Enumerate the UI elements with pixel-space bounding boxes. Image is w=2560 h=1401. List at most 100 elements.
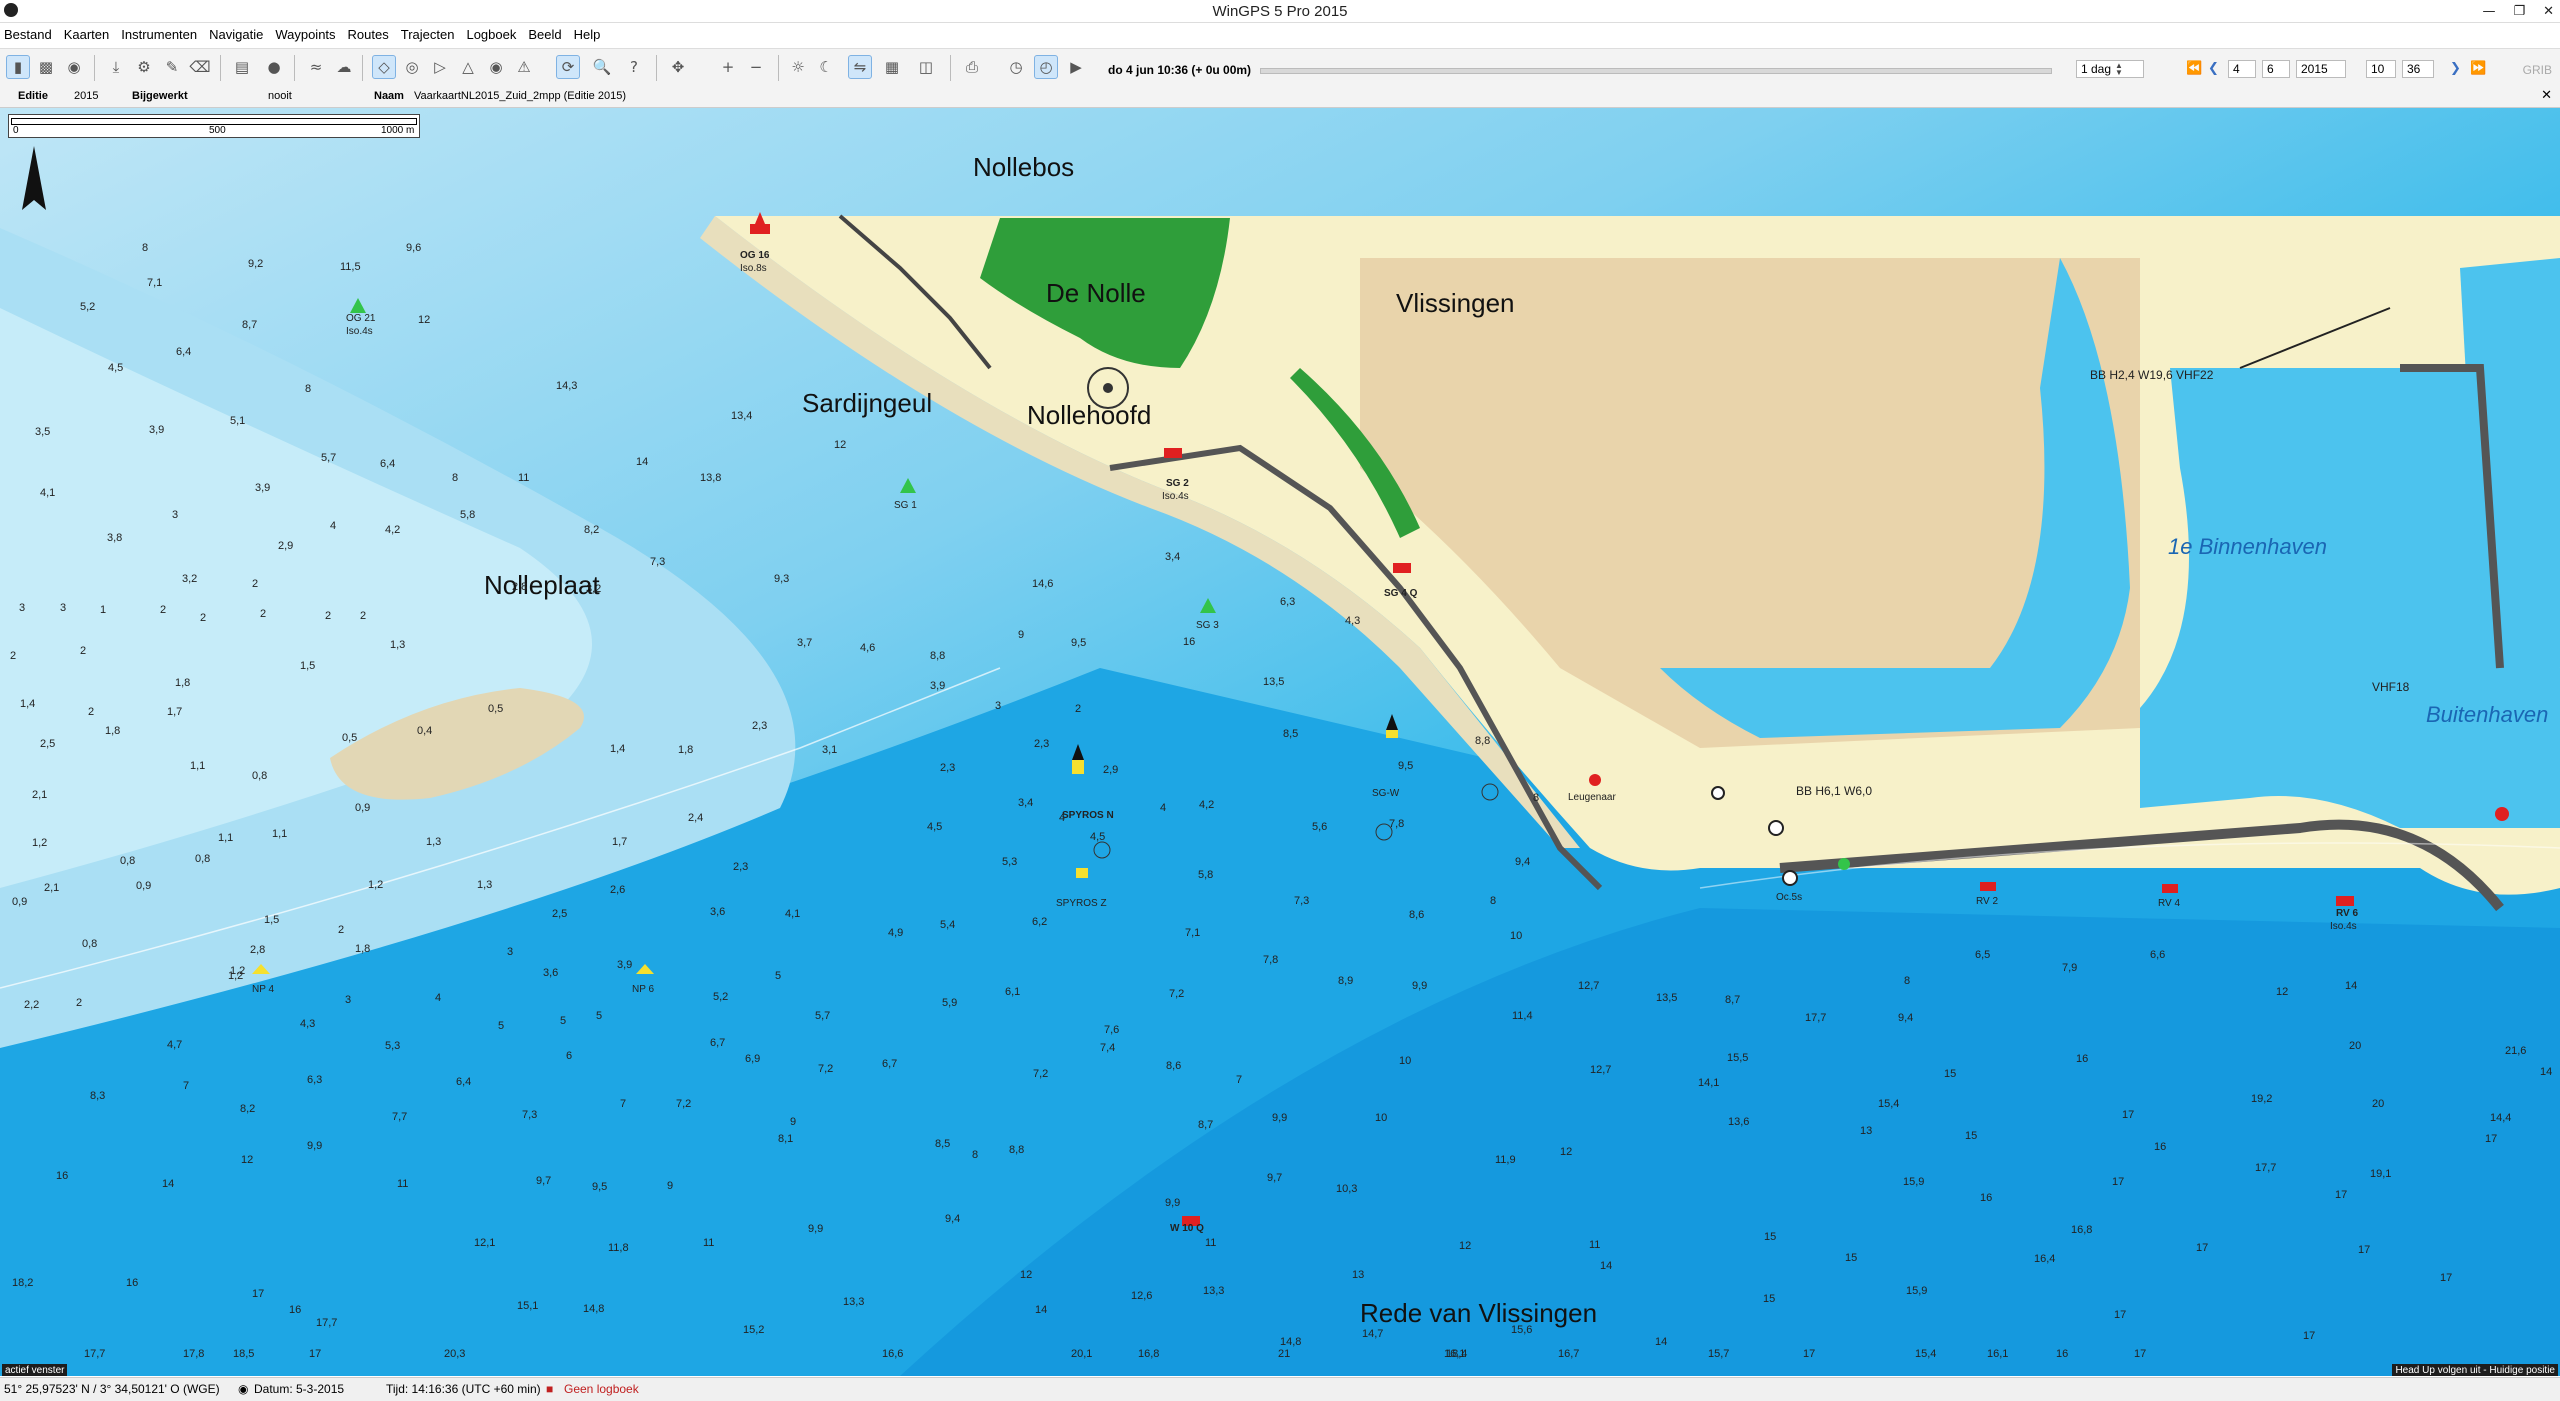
scale-mid: 500 — [209, 125, 226, 136]
globe-icon[interactable]: ● — [262, 55, 286, 79]
course-up-icon[interactable]: ▷ — [428, 55, 452, 79]
ais-icon[interactable]: ◉ — [484, 55, 508, 79]
depth-sounding: 17 — [2440, 1272, 2453, 1285]
head-up-icon[interactable]: ◎ — [400, 55, 424, 79]
layers-icon[interactable]: ▤ — [230, 55, 254, 79]
edit-route-icon[interactable]: ✎ — [160, 55, 184, 79]
zoom-in-icon[interactable]: + — [716, 55, 740, 79]
logbook-status[interactable]: Geen logboek — [564, 1382, 639, 1396]
previous-icon[interactable]: ❮ — [2208, 61, 2219, 76]
depth-sounding: 2,9 — [278, 539, 294, 552]
buoy-rv6[interactable] — [2336, 896, 2354, 906]
day-light-icon[interactable]: ☼ — [786, 55, 810, 79]
route-tool-icon[interactable]: ⚙ — [132, 55, 156, 79]
minute-spinner[interactable]: 36 — [2402, 60, 2434, 78]
day-value: 4 — [2233, 62, 2240, 76]
erase-icon[interactable]: ⌫ — [188, 55, 212, 79]
depth-sounding: 0,8 — [252, 770, 268, 782]
harbour-light[interactable] — [1782, 870, 1798, 886]
buoy-light: Iso.4s — [1162, 491, 1189, 502]
depth-sounding: 6,4 — [176, 346, 192, 358]
clock-icon[interactable]: ◷ — [1004, 55, 1028, 79]
depth-sounding: 7,7 — [392, 1110, 408, 1123]
depth-sounding: 9,7 — [1267, 1171, 1283, 1184]
print-icon[interactable]: ⎙ — [960, 55, 984, 79]
playback-icon[interactable]: ▶ — [1064, 55, 1088, 79]
depth-sounding: 6,4 — [380, 458, 396, 470]
chart-name: VaarkaartNL2015_Zuid_2mpp (Editie 2015) — [414, 90, 626, 102]
first-icon[interactable]: ⏪ — [2186, 61, 2202, 76]
north-up-icon[interactable]: ◇ — [372, 55, 396, 79]
depth-sounding: 15 — [1944, 1067, 1957, 1080]
depth-sounding: 11 — [1589, 1238, 1601, 1251]
menu-bestand[interactable]: Bestand — [4, 27, 52, 42]
light-label: Oc.5s — [1776, 892, 1803, 903]
buoy-spyros-z[interactable] — [1076, 868, 1088, 878]
compass-icon[interactable]: ⟳ — [556, 55, 580, 79]
pier-head-light[interactable] — [2495, 807, 2509, 821]
help-icon[interactable]: ? — [622, 55, 646, 79]
tide-icon[interactable]: ≈ — [304, 55, 328, 79]
menu-kaarten[interactable]: Kaarten — [64, 27, 110, 42]
depth-sounding: 2,8 — [512, 581, 528, 594]
depth-sounding: 16 — [1980, 1192, 1993, 1205]
depth-sounding: 14,7 — [1362, 1328, 1384, 1341]
track-icon[interactable]: △ — [456, 55, 480, 79]
harbour-light[interactable] — [1711, 786, 1725, 800]
spin-arrows-icon[interactable]: ▲ ▼ — [2115, 62, 2123, 77]
depth-sounding: 2,3 — [733, 861, 749, 874]
lighthouse-leugenaar[interactable] — [1589, 774, 1601, 786]
weather-icon[interactable]: ☁ — [332, 55, 356, 79]
move-icon[interactable]: ✥ — [666, 55, 690, 79]
time-slider[interactable] — [1260, 68, 2052, 74]
gps-device-icon[interactable]: ▮ — [6, 55, 30, 79]
buoy-sg2[interactable] — [1164, 448, 1182, 458]
instrument-icon[interactable]: ▩ — [34, 55, 58, 79]
harbour-light[interactable] — [1838, 858, 1850, 870]
buoy-rv4[interactable] — [2162, 884, 2178, 893]
depth-sounding: 7,9 — [2062, 962, 2078, 974]
close-window-button[interactable]: ✕ — [2543, 4, 2554, 19]
grib-button[interactable]: GRIB — [2523, 63, 2552, 77]
buoy-sg4[interactable] — [1393, 563, 1411, 573]
depth-sounding: 0,4 — [417, 725, 433, 738]
menu-help[interactable]: Help — [574, 27, 601, 42]
menu-logboek[interactable]: Logboek — [466, 27, 516, 42]
time-slider-icon[interactable]: ◴ — [1034, 55, 1058, 79]
step-value: 1 dag — [2081, 62, 2112, 76]
menu-trajecten[interactable]: Trajecten — [401, 27, 455, 42]
menu-navigatie[interactable]: Navigatie — [209, 27, 263, 42]
depth-sounding: 8 — [972, 1149, 979, 1162]
menu-routes[interactable]: Routes — [348, 27, 389, 42]
chart-info-icon[interactable]: ◉ — [62, 55, 86, 79]
warning-icon[interactable]: ⚠ — [512, 55, 536, 79]
chart-window-icon[interactable]: ▦ — [880, 55, 904, 79]
search-icon[interactable]: 🔍 — [590, 55, 614, 79]
ruler-icon[interactable]: ⤓ — [104, 55, 128, 79]
close-info-icon[interactable]: ✕ — [2541, 88, 2552, 103]
menu-beeld[interactable]: Beeld — [528, 27, 561, 42]
next-icon[interactable]: ❯ — [2450, 61, 2461, 76]
connect-icon[interactable]: ⇋ — [848, 55, 872, 79]
nautical-chart[interactable]: 0 500 1000 m Nollebos De Nolle Vlissinge… — [0, 108, 2560, 1376]
depth-sounding: 12 — [1560, 1146, 1573, 1158]
year-spinner[interactable]: 2015 — [2296, 60, 2346, 78]
restore-button[interactable]: ❐ — [2513, 4, 2525, 19]
harbour-light[interactable] — [1768, 820, 1784, 836]
hour-spinner[interactable]: 10 — [2366, 60, 2396, 78]
day-spinner[interactable]: 4 — [2228, 60, 2256, 78]
last-icon[interactable]: ⏩ — [2470, 61, 2486, 76]
depth-sounding: 15 — [1845, 1251, 1858, 1264]
scale-end: 1000 m — [381, 125, 415, 136]
buoy-light: Iso.4s — [2330, 921, 2357, 932]
zoom-out-icon[interactable]: − — [744, 55, 768, 79]
menu-instrumenten[interactable]: Instrumenten — [121, 27, 197, 42]
minimize-button[interactable]: — — [2482, 4, 2495, 19]
step-select[interactable]: 1 dag ▲ ▼ — [2076, 60, 2144, 78]
depth-sounding: 1,8 — [678, 744, 694, 757]
menu-waypoints[interactable]: Waypoints — [275, 27, 335, 42]
month-spinner[interactable]: 6 — [2262, 60, 2290, 78]
night-light-icon[interactable]: ☾ — [814, 55, 838, 79]
split-window-icon[interactable]: ◫ — [914, 55, 938, 79]
buoy-rv2[interactable] — [1980, 882, 1996, 891]
